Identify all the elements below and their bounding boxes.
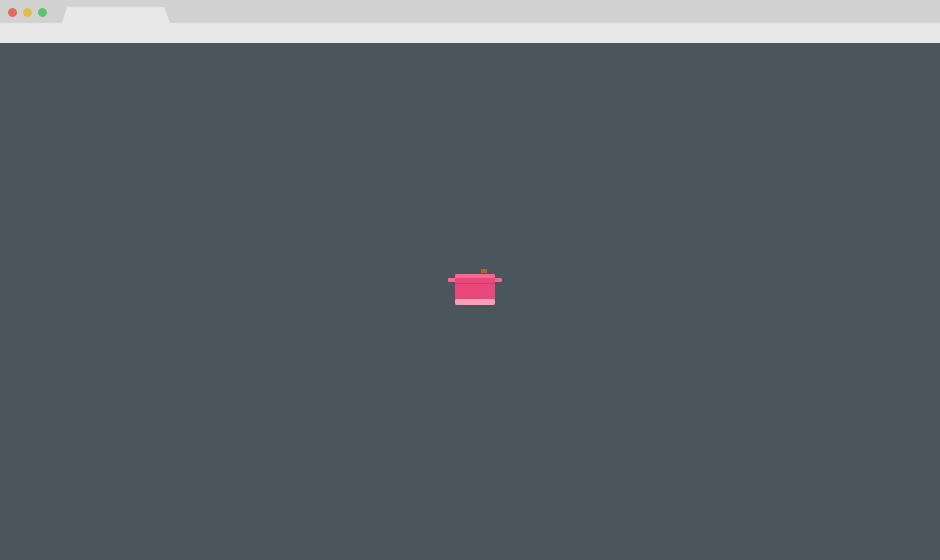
close-window-button[interactable] bbox=[8, 8, 17, 17]
minimize-window-button[interactable] bbox=[23, 8, 32, 17]
tab-shape bbox=[62, 7, 170, 23]
pot-handle-right bbox=[494, 278, 502, 282]
app-window bbox=[0, 0, 940, 560]
browser-tab[interactable] bbox=[62, 7, 170, 23]
pot-base bbox=[455, 299, 495, 305]
pot-knob bbox=[481, 269, 487, 273]
title-bar bbox=[0, 0, 940, 23]
pot-band bbox=[455, 283, 495, 284]
cooking-pot-graphic bbox=[448, 269, 502, 305]
pot-body bbox=[455, 278, 495, 300]
cooking-pot-icon[interactable] bbox=[446, 267, 504, 307]
toolbar bbox=[0, 23, 940, 43]
maximize-window-button[interactable] bbox=[38, 8, 47, 17]
pot-handle-left bbox=[448, 278, 456, 282]
